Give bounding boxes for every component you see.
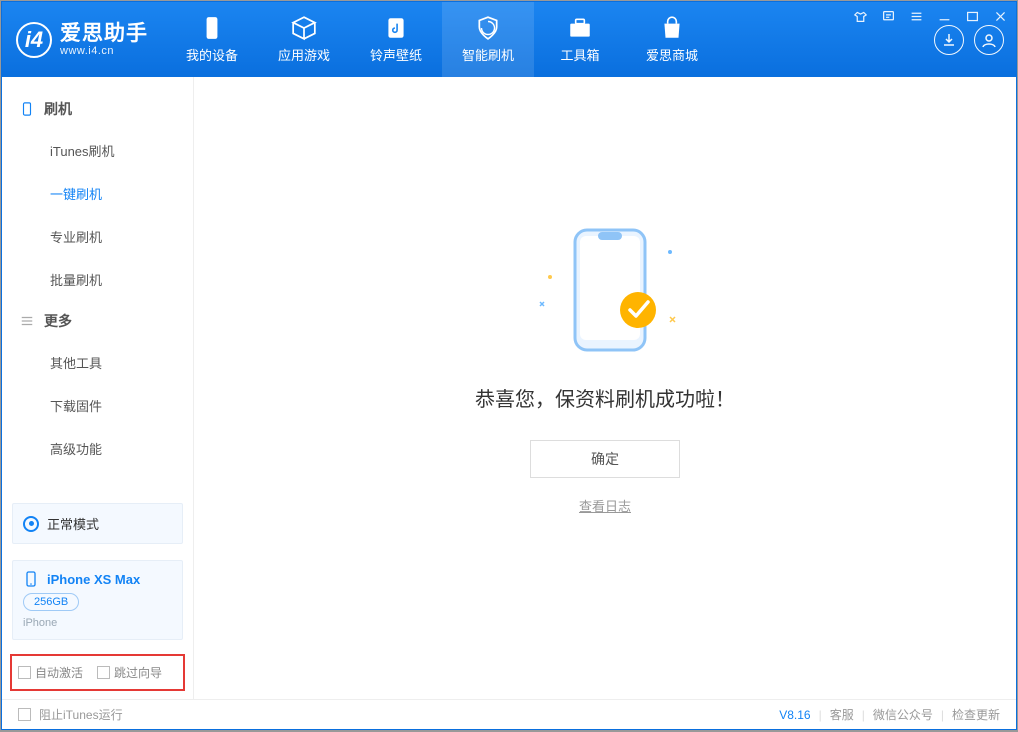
music-icon <box>383 15 409 41</box>
sidebar-item-download-firmware[interactable]: 下载固件 <box>2 384 193 427</box>
sidebar-item-batch-flash[interactable]: 批量刷机 <box>2 258 193 301</box>
skip-guide-checkbox[interactable]: 跳过向导 <box>97 664 162 681</box>
mode-box[interactable]: 正常模式 <box>12 503 183 544</box>
menu-icon[interactable] <box>906 6 926 26</box>
logo-block: i4 爱思助手 www.i4.cn <box>2 2 166 77</box>
device-capacity: 256GB <box>23 593 79 611</box>
footer: 阻止iTunes运行 V8.16 | 客服 | 微信公众号 | 检查更新 <box>2 699 1016 729</box>
device-name: iPhone XS Max <box>47 572 140 587</box>
nav: 我的设备 应用游戏 铃声壁纸 智能刷机 工具箱 爱思商城 <box>166 2 718 77</box>
nav-flash[interactable]: 智能刷机 <box>442 2 534 77</box>
minimize-button[interactable] <box>934 6 954 26</box>
device-type: iPhone <box>23 617 172 629</box>
success-message: 恭喜您，保资料刷机成功啦！ <box>475 383 735 412</box>
sidebar-item-itunes-flash[interactable]: iTunes刷机 <box>2 129 193 172</box>
support-link[interactable]: 客服 <box>830 706 854 723</box>
download-icon[interactable] <box>934 25 964 55</box>
user-icon[interactable] <box>974 25 1004 55</box>
sidebar-item-advanced[interactable]: 高级功能 <box>2 427 193 470</box>
nav-ringtone[interactable]: 铃声壁纸 <box>350 2 442 77</box>
sidebar-item-other-tools[interactable]: 其他工具 <box>2 341 193 384</box>
list-icon <box>20 314 34 328</box>
mode-label: 正常模式 <box>47 514 99 533</box>
success-illustration <box>520 222 690 367</box>
sidebar-group-more: 更多 <box>2 301 193 341</box>
auto-activate-checkbox[interactable]: 自动激活 <box>18 664 83 681</box>
wechat-link[interactable]: 微信公众号 <box>873 706 933 723</box>
phone-small-icon <box>20 102 34 116</box>
sidebar: 刷机 iTunes刷机 一键刷机 专业刷机 批量刷机 更多 其他工具 下载固件 … <box>2 77 194 699</box>
feedback-icon[interactable] <box>878 6 898 26</box>
nav-toolbox[interactable]: 工具箱 <box>534 2 626 77</box>
bag-icon <box>659 15 685 41</box>
nav-my-device[interactable]: 我的设备 <box>166 2 258 77</box>
block-itunes-checkbox[interactable]: 阻止iTunes运行 <box>18 706 123 723</box>
sidebar-group-flash: 刷机 <box>2 89 193 129</box>
maximize-button[interactable] <box>962 6 982 26</box>
main-content: 恭喜您，保资料刷机成功啦！ 确定 查看日志 <box>194 77 1016 699</box>
app-subtitle: www.i4.cn <box>60 45 148 57</box>
toolbox-icon <box>567 15 593 41</box>
normal-mode-icon <box>23 516 39 532</box>
check-update-link[interactable]: 检查更新 <box>952 706 1000 723</box>
close-button[interactable] <box>990 6 1010 26</box>
nav-apps[interactable]: 应用游戏 <box>258 2 350 77</box>
view-log-link[interactable]: 查看日志 <box>579 496 631 515</box>
nav-store[interactable]: 爱思商城 <box>626 2 718 77</box>
shirt-icon[interactable] <box>850 6 870 26</box>
logo-icon: i4 <box>16 22 52 58</box>
shield-icon <box>475 15 501 41</box>
app-window: i4 爱思助手 www.i4.cn 我的设备 应用游戏 铃声壁纸 智能刷机 <box>1 1 1017 730</box>
ok-button[interactable]: 确定 <box>530 440 680 478</box>
sidebar-item-onekey-flash[interactable]: 一键刷机 <box>2 172 193 215</box>
header: i4 爱思助手 www.i4.cn 我的设备 应用游戏 铃声壁纸 智能刷机 <box>2 2 1016 77</box>
version-label: V8.16 <box>779 708 810 722</box>
body: 刷机 iTunes刷机 一键刷机 专业刷机 批量刷机 更多 其他工具 下载固件 … <box>2 77 1016 699</box>
phone-icon <box>199 15 225 41</box>
device-phone-icon <box>23 571 39 587</box>
options-highlight-box: 自动激活 跳过向导 <box>10 654 185 691</box>
sidebar-item-pro-flash[interactable]: 专业刷机 <box>2 215 193 258</box>
device-box[interactable]: iPhone XS Max 256GB iPhone <box>12 560 183 640</box>
window-controls <box>850 6 1010 26</box>
app-title: 爱思助手 <box>60 22 148 45</box>
cube-icon <box>291 15 317 41</box>
